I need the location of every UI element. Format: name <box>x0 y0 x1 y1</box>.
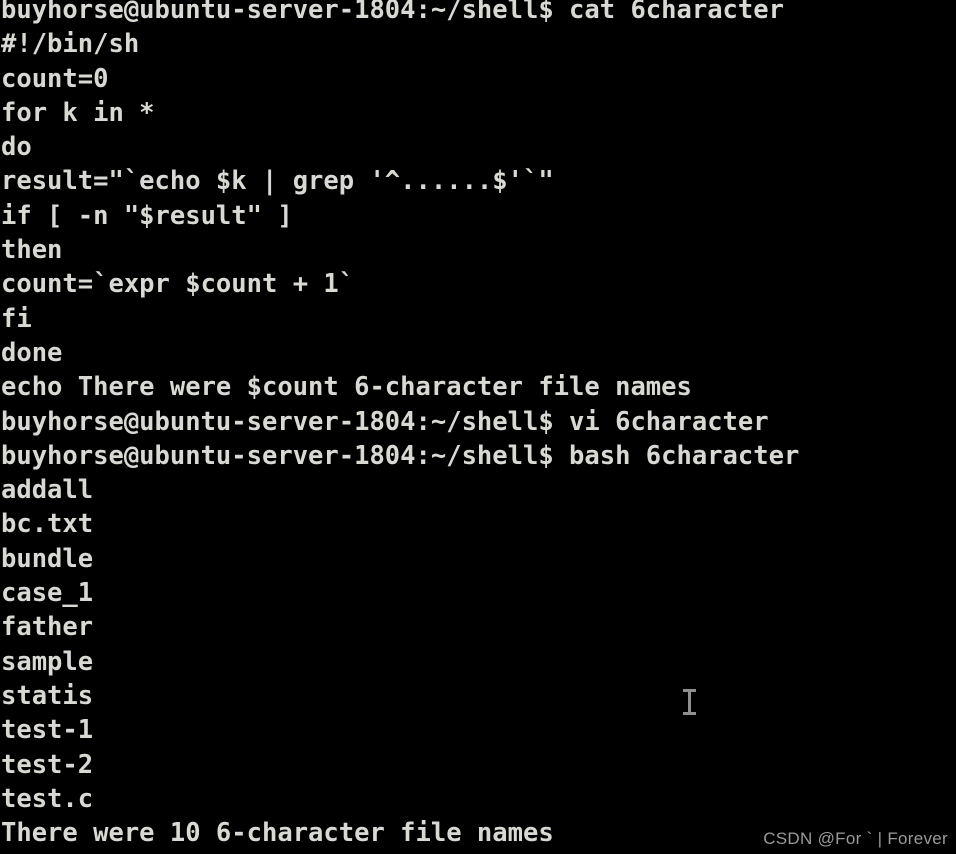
terminal-line: buyhorse@ubuntu-server-1804:~/shell$ cat… <box>1 0 784 25</box>
terminal-line: bundle <box>1 543 94 574</box>
terminal-line: #!/bin/sh <box>1 29 140 60</box>
terminal-line: fi <box>1 303 32 334</box>
terminal-line: case_1 <box>1 578 94 609</box>
terminal-line: echo There were $count 6-character file … <box>1 372 692 403</box>
terminal-line: bc.txt <box>1 509 94 540</box>
terminal-line: buyhorse@ubuntu-server-1804:~/shell$ vi … <box>1 406 769 437</box>
terminal-window[interactable]: buyhorse@ubuntu-server-1804:~/shell$ cat… <box>0 0 956 854</box>
terminal-line: then <box>1 235 63 266</box>
terminal-line: sample <box>1 646 94 677</box>
terminal-line: for k in * <box>1 97 155 128</box>
terminal-line: statis <box>1 680 94 711</box>
terminal-line: addall <box>1 475 94 506</box>
terminal-line: result="`echo $k | grep '^......$'`" <box>1 166 554 197</box>
terminal-line: buyhorse@ubuntu-server-1804:~/shell$ bas… <box>1 440 800 471</box>
terminal-line: done <box>1 337 63 368</box>
terminal-line: if [ -n "$result" ] <box>1 200 293 231</box>
terminal-line: count=0 <box>1 63 109 94</box>
terminal-line: test.c <box>1 783 94 814</box>
terminal-line: do <box>1 132 32 163</box>
terminal-line: father <box>1 612 94 643</box>
terminal-line: test-2 <box>1 749 94 780</box>
terminal-line: count=`expr $count + 1` <box>1 269 355 300</box>
terminal-screen[interactable]: buyhorse@ubuntu-server-1804:~/shell$ cat… <box>0 0 956 850</box>
terminal-line: test-1 <box>1 715 94 746</box>
csdn-watermark: CSDN @For ` | Forever <box>763 829 948 848</box>
